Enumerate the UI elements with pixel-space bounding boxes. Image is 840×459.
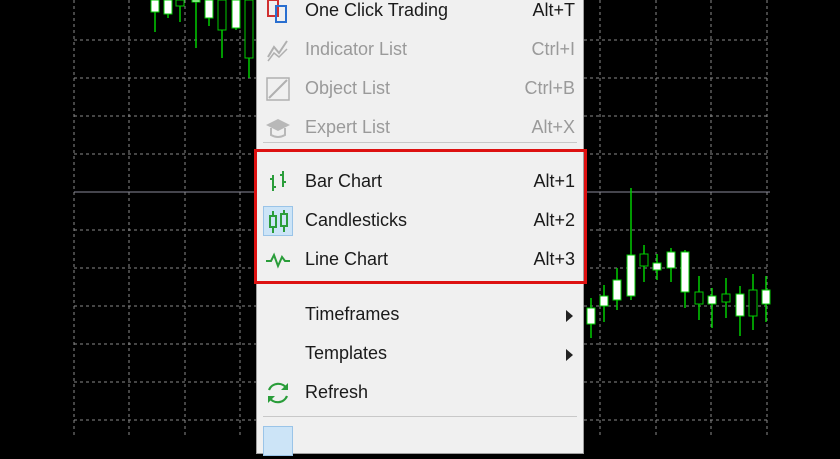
menu-item-label: Expert List	[305, 117, 391, 137]
candle-body	[735, 293, 745, 317]
candle-body	[586, 307, 596, 325]
menu-item-label: Object List	[305, 78, 391, 98]
candle-body	[666, 251, 676, 269]
menu-item-indicator-list[interactable]: Indicator List Ctrl+I	[257, 32, 583, 68]
menu-item-shortcut: Ctrl+I	[531, 39, 575, 59]
menu-item-label: Indicator List	[305, 39, 408, 59]
candle-body	[163, 0, 173, 15]
candle-body	[599, 295, 609, 307]
candle-body	[761, 289, 771, 305]
menu-item-refresh[interactable]: Refresh	[257, 375, 583, 411]
candle-body	[175, 0, 185, 7]
submenu-arrow-icon	[566, 310, 573, 322]
candle-body	[748, 289, 758, 317]
candle-body	[150, 0, 160, 13]
menu-item-label: Templates	[305, 343, 388, 363]
menu-item-label: One Click Trading	[305, 0, 449, 20]
highlight-box	[254, 149, 587, 284]
candle-body	[694, 291, 704, 305]
refresh-icon	[263, 378, 293, 408]
candle-body	[721, 293, 731, 303]
candle-body	[191, 0, 201, 3]
candle-body	[217, 0, 227, 31]
menu-item-partial-icon	[263, 426, 293, 456]
candle-body	[612, 279, 622, 301]
menu-separator	[263, 142, 577, 143]
candle-body	[231, 0, 241, 29]
candle-body	[680, 251, 690, 293]
menu-item-label: Timeframes	[305, 304, 400, 324]
menu-separator	[263, 416, 577, 417]
one-click-trading-icon	[263, 0, 293, 26]
candle-body	[244, 0, 254, 59]
candle-body	[707, 295, 717, 305]
menu-item-shortcut: Ctrl+B	[524, 78, 575, 98]
menu-item-partial[interactable]	[257, 423, 583, 459]
submenu-arrow-icon	[566, 349, 573, 361]
candle-body	[626, 254, 636, 297]
menu-item-shortcut: Alt+X	[531, 117, 575, 137]
menu-item-expert-list[interactable]: Expert List Alt+X	[257, 110, 583, 146]
menu-item-one-click-trading[interactable]: One Click Trading Alt+T	[257, 0, 583, 29]
candle-body	[652, 262, 662, 271]
candle-body	[639, 253, 649, 267]
menu-item-timeframes[interactable]: Timeframes	[257, 297, 583, 333]
menu-item-object-list[interactable]: Object List Ctrl+B	[257, 71, 583, 107]
candle-body	[204, 0, 214, 19]
indicator-list-icon	[263, 35, 293, 65]
menu-item-shortcut: Alt+T	[532, 0, 575, 20]
object-list-icon	[263, 74, 293, 104]
expert-list-icon	[263, 113, 293, 143]
menu-item-label: Refresh	[305, 382, 369, 402]
menu-item-templates[interactable]: Templates	[257, 336, 583, 372]
